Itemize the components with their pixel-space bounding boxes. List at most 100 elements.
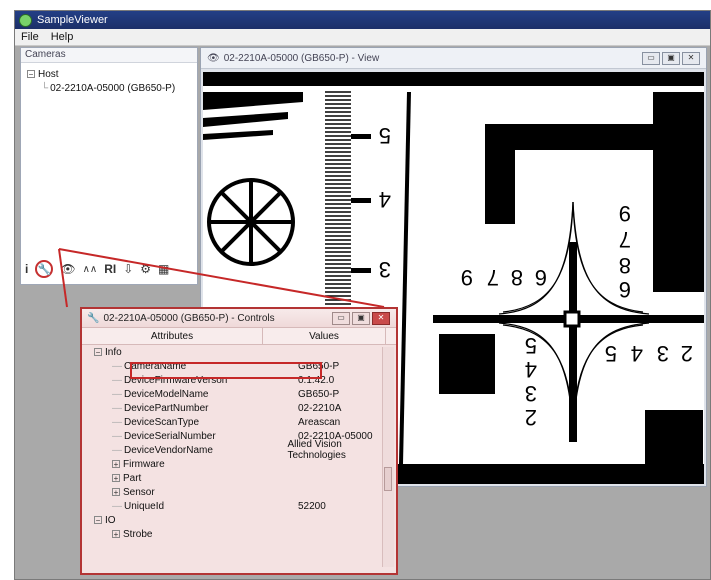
tree-line: └ <box>41 82 49 94</box>
close-button[interactable]: ✕ <box>372 312 390 325</box>
controls-window: 🔧 02-2210A-05000 (GB650-P) - Controls ▭ … <box>80 307 398 575</box>
value-cell[interactable]: GB650-P <box>292 361 339 372</box>
table-row[interactable]: — DeviceModelName GB650-P <box>82 387 396 401</box>
attribute-cell: + Part <box>82 473 292 484</box>
attribute-cell: — CameraName <box>82 361 292 372</box>
tree-line: — <box>112 416 122 428</box>
value-cell[interactable]: 52200 <box>292 501 326 512</box>
attribute-label: DeviceVendorName <box>124 444 213 456</box>
attribute-label: Strobe <box>123 528 153 540</box>
scrollbar[interactable] <box>382 347 394 567</box>
table-row[interactable]: − IO <box>82 513 396 527</box>
attribute-label: IO <box>105 514 116 526</box>
roi-icon[interactable]: RI <box>104 262 116 276</box>
expand-icon[interactable]: + <box>112 530 120 539</box>
column-header-values[interactable]: Values <box>263 328 386 344</box>
expand-icon[interactable]: + <box>112 474 120 483</box>
tree-node-label: 02-2210A-05000 (GB650-P) <box>50 82 176 94</box>
attribute-cell: − IO <box>82 515 274 526</box>
table-row[interactable]: + Strobe <box>82 527 396 541</box>
chart-label: 4 <box>379 187 391 212</box>
tree-node-host[interactable]: − Host <box>27 67 191 81</box>
attribute-label: Firmware <box>123 458 165 470</box>
controls-table: − Info — CameraName GB650-P — DeviceFirmwareVe… <box>82 345 396 541</box>
gear-icon[interactable]: ⚙ <box>140 262 151 276</box>
chart-label: 6 <box>535 265 547 290</box>
attribute-label: DeviceModelName <box>124 388 209 400</box>
minimize-button[interactable]: ▭ <box>332 312 350 325</box>
collapse-icon[interactable]: − <box>27 70 35 79</box>
attribute-cell: — DeviceModelName <box>82 389 292 400</box>
wrench-icon: 🔧 <box>87 312 100 324</box>
scrollbar-thumb[interactable] <box>384 467 392 491</box>
collapse-icon[interactable]: − <box>94 516 102 525</box>
eye-icon[interactable]: 👁 <box>60 262 75 276</box>
chart-label: 3 <box>525 381 537 406</box>
menu-bar: File Help <box>15 29 710 46</box>
value-cell[interactable]: 02-2210A <box>292 403 341 414</box>
window-title: SampleViewer <box>37 14 108 26</box>
attribute-label: DevicePartNumber <box>124 402 209 414</box>
table-row[interactable]: — DeviceVendorName Allied Vision Technolog… <box>82 439 396 461</box>
camera-tree: − Host └ 02-2210A-05000 (GB650-P) <box>21 63 197 99</box>
chart-label: 9 <box>619 201 631 226</box>
app-window: SampleViewer File Help Cameras − Host └ … <box>14 10 711 580</box>
expand-icon[interactable]: + <box>112 460 120 469</box>
attribute-label: Sensor <box>123 486 155 498</box>
tree-line: — <box>112 402 122 414</box>
maximize-button[interactable]: ▣ <box>662 52 680 65</box>
view-window-buttons: ▭ ▣ ✕ <box>642 52 700 65</box>
attribute-cell: — DeviceVendorName <box>82 445 281 456</box>
table-row[interactable]: — UniqueId 52200 <box>82 499 396 513</box>
attribute-label: DeviceSerialNumber <box>124 430 216 442</box>
attribute-label: CameraName <box>124 360 187 372</box>
chart-label: 7 <box>619 227 631 252</box>
attribute-cell: + Sensor <box>82 487 292 498</box>
close-button[interactable]: ✕ <box>682 52 700 65</box>
attribute-cell: − Info <box>82 347 274 358</box>
tree-line: — <box>112 444 122 456</box>
attribute-cell: — UniqueId <box>82 501 292 512</box>
table-row[interactable]: + Sensor <box>82 485 396 499</box>
app-icon <box>19 13 32 27</box>
cameras-toolbar: i 🔧 👁 ∧∧ RI ⇩ ⚙ ▦ <box>25 260 169 278</box>
table-row[interactable]: + Part <box>82 471 396 485</box>
view-window-header: 👁 02-2210A-05000 (GB650-P) - View <box>201 48 706 69</box>
value-cell[interactable]: Allied Vision Technologies <box>281 439 396 461</box>
wrench-icon[interactable]: 🔧 <box>35 260 54 278</box>
table-row[interactable]: — DeviceFirmwareVerson 0.1.42.0 <box>82 373 396 387</box>
info-icon[interactable]: i <box>25 262 28 276</box>
save-icon[interactable]: ⇩ <box>123 262 133 276</box>
attribute-cell: — DeviceScanType <box>82 417 292 428</box>
cameras-panel-title: Cameras <box>21 48 197 63</box>
menu-help[interactable]: Help <box>45 31 80 43</box>
expand-icon[interactable]: + <box>112 488 120 497</box>
tree-line: — <box>112 360 122 372</box>
table-row[interactable]: — DeviceScanType Areascan <box>82 415 396 429</box>
chart-label: 6 <box>619 277 631 302</box>
table-row[interactable]: − Info <box>82 345 396 359</box>
controls-window-buttons: ▭ ▣ ✕ <box>332 312 390 325</box>
chart-label: 8 <box>511 265 523 290</box>
column-header-attributes[interactable]: Attributes <box>82 328 263 344</box>
maximize-button[interactable]: ▣ <box>352 312 370 325</box>
value-cell[interactable]: 0.1.42.0 <box>292 375 334 386</box>
histogram-icon[interactable]: ∧∧ <box>83 264 98 275</box>
tree-node-label: Host <box>38 68 59 80</box>
chart-label: 5 <box>605 341 617 366</box>
table-row[interactable]: — DevicePartNumber 02-2210A <box>82 401 396 415</box>
menu-file[interactable]: File <box>15 31 45 43</box>
camera-icon[interactable]: ▦ <box>158 262 169 276</box>
controls-window-title: 02-2210A-05000 (GB650-P) - Controls <box>103 312 275 324</box>
table-row[interactable]: — CameraName GB650-P <box>82 359 396 373</box>
tree-node-camera[interactable]: └ 02-2210A-05000 (GB650-P) <box>27 81 191 95</box>
tree-line: — <box>112 388 122 400</box>
collapse-icon[interactable]: − <box>94 348 102 357</box>
attribute-label: Part <box>123 472 142 484</box>
attribute-cell: + Strobe <box>82 529 292 540</box>
tree-line: — <box>112 430 122 442</box>
value-cell[interactable]: Areascan <box>292 417 340 428</box>
minimize-button[interactable]: ▭ <box>642 52 660 65</box>
chart-label: 3 <box>657 341 669 366</box>
value-cell[interactable]: GB650-P <box>292 389 339 400</box>
